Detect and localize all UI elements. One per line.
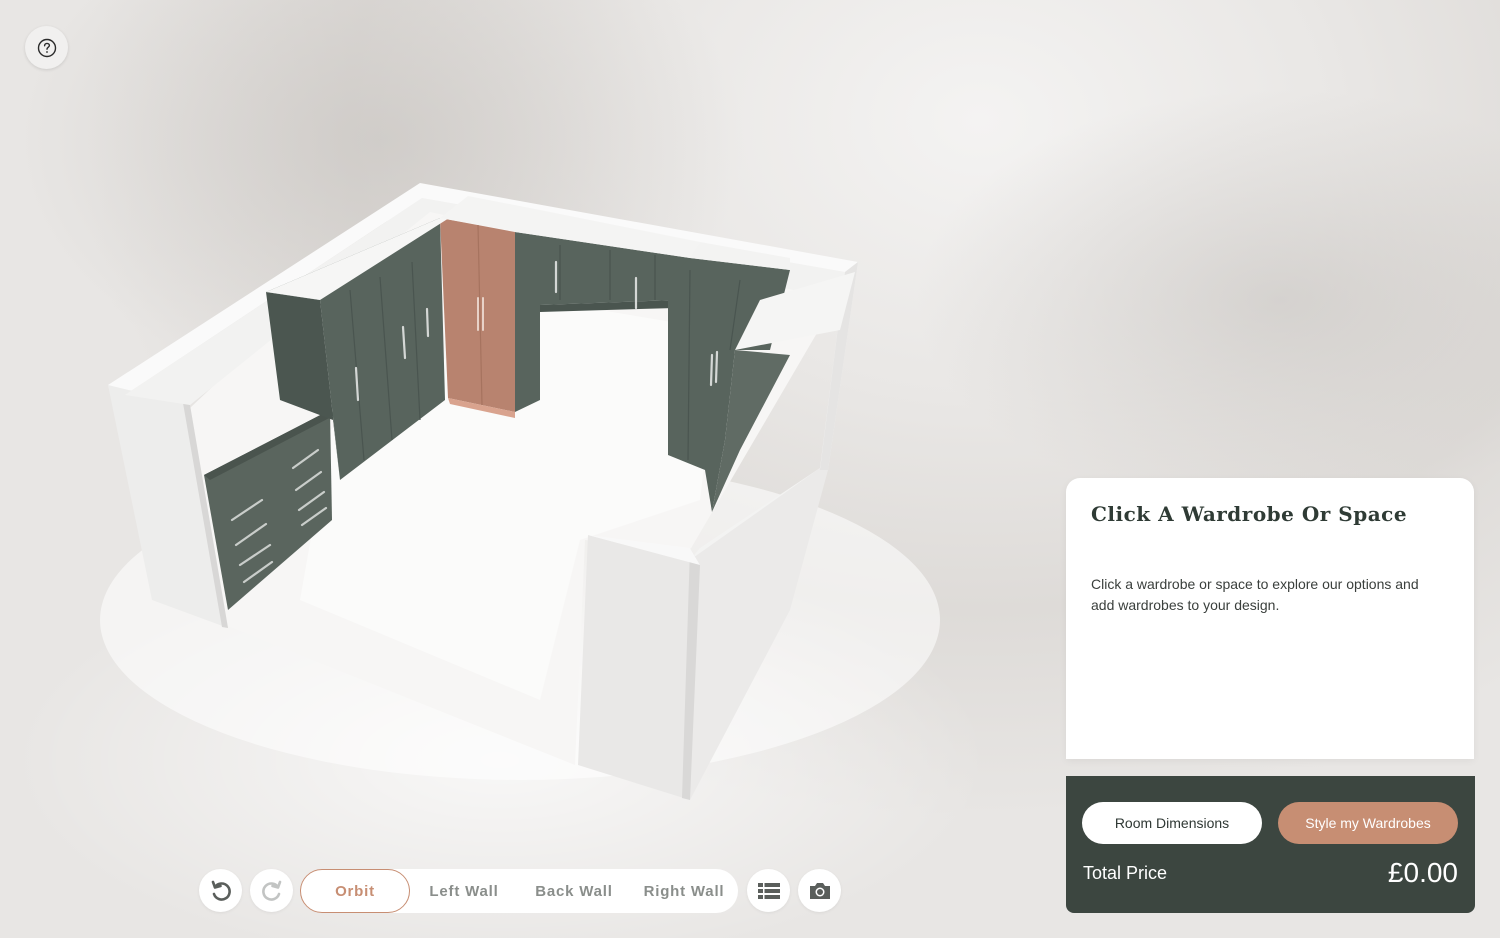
camera-button[interactable] (798, 869, 841, 912)
view-back-wall[interactable]: Back Wall (526, 869, 622, 913)
list-icon (757, 882, 780, 899)
list-button[interactable] (747, 869, 790, 912)
redo-icon (261, 880, 281, 901)
panel-title: Click A Wardrobe Or Space (1091, 502, 1408, 526)
panel-description: Click a wardrobe or space to explore our… (1091, 576, 1419, 613)
total-price-label: Total Price (1083, 863, 1168, 883)
undo-button[interactable] (199, 869, 242, 912)
view-right-wall[interactable]: Right Wall (636, 869, 732, 913)
undo-icon (211, 880, 231, 901)
info-panel: Click A Wardrobe Or Space Click a wardro… (1066, 478, 1474, 759)
camera-icon (809, 882, 830, 899)
front-wall[interactable] (578, 535, 700, 800)
view-left-wall[interactable]: Left Wall (418, 869, 510, 913)
room-dimensions-button[interactable]: Room Dimensions (1082, 802, 1262, 844)
view-switcher: Orbit Left Wall Back Wall Right Wall (300, 869, 738, 913)
view-orbit[interactable]: Orbit (300, 869, 410, 913)
style-wardrobes-button[interactable]: Style my Wardrobes (1278, 802, 1458, 844)
redo-button[interactable] (250, 869, 293, 912)
price-panel: Room Dimensions Style my Wardrobes Total… (1066, 776, 1475, 913)
total-price-value: £0.00 (1387, 857, 1458, 888)
